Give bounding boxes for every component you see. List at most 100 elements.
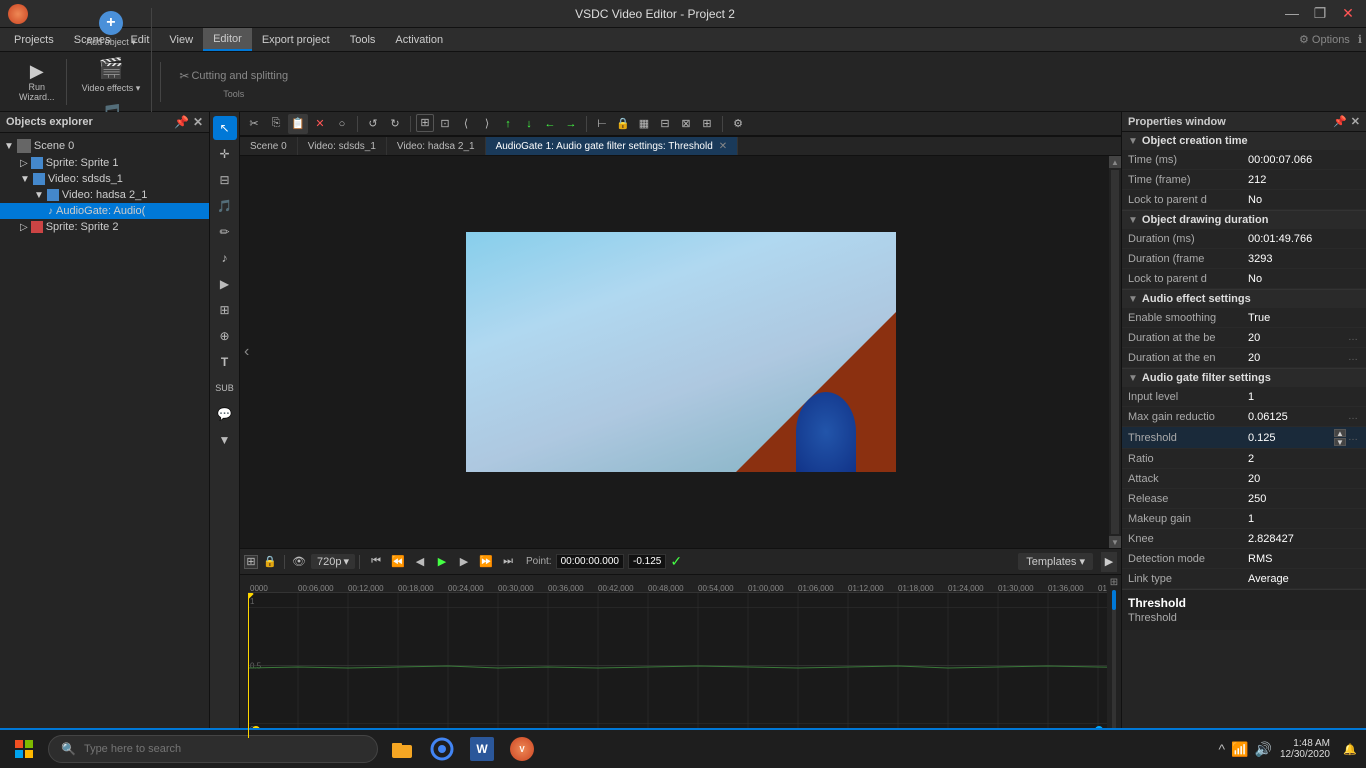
- vsdc-app[interactable]: V: [504, 731, 540, 767]
- lock-button[interactable]: 🔒: [613, 114, 633, 134]
- copy-button[interactable]: ⎘: [266, 114, 286, 134]
- prop-edit-duration-begin[interactable]: …: [1346, 332, 1360, 343]
- panel-close-button[interactable]: ✕: [193, 115, 203, 129]
- menu-activation[interactable]: Activation: [385, 28, 453, 51]
- scene0-tab[interactable]: Scene 0: [240, 137, 298, 155]
- prop-pin-button[interactable]: 📌: [1333, 115, 1347, 128]
- settings-button[interactable]: ⚙: [728, 114, 748, 134]
- threshold-up-button[interactable]: ▲: [1334, 429, 1346, 437]
- tray-volume-icon[interactable]: 🔊: [1255, 741, 1272, 758]
- scrollbar-down[interactable]: ▼: [1109, 536, 1121, 548]
- restore-button[interactable]: ❐: [1310, 5, 1330, 22]
- tree-item-sprite2[interactable]: ▷ Sprite: Sprite 2: [0, 219, 209, 235]
- move-right-button[interactable]: →: [561, 114, 581, 134]
- prev-button[interactable]: ◀: [410, 552, 430, 572]
- ungroup-button[interactable]: ⊟: [655, 114, 675, 134]
- distribute-button[interactable]: ⊞: [697, 114, 717, 134]
- rect-tool-button[interactable]: 🎵: [213, 194, 237, 218]
- grid-tool-button[interactable]: ⊞: [213, 298, 237, 322]
- preview-scroll-left[interactable]: ‹: [240, 339, 253, 365]
- apply-button[interactable]: ✓: [670, 553, 682, 570]
- to-end-button[interactable]: ⏭: [498, 552, 518, 572]
- notification-button[interactable]: 🔔: [1338, 737, 1362, 761]
- crop-tool-button[interactable]: ⊟: [213, 168, 237, 192]
- menu-view[interactable]: View: [159, 28, 203, 51]
- file-explorer-app[interactable]: [384, 731, 420, 767]
- tray-network-icon[interactable]: 📶: [1231, 741, 1248, 758]
- play-button[interactable]: ▶: [432, 552, 452, 572]
- to-start-button[interactable]: ⏮: [366, 552, 386, 572]
- close-button[interactable]: ✕: [1338, 5, 1358, 22]
- tray-show-hidden[interactable]: ^: [1218, 741, 1225, 757]
- minimize-button[interactable]: —: [1282, 5, 1302, 22]
- menu-editor[interactable]: Editor: [203, 28, 252, 51]
- threshold-down-button[interactable]: ▼: [1334, 438, 1346, 446]
- prop-edit-duration-end[interactable]: …: [1346, 352, 1360, 363]
- move-tool-button[interactable]: ✛: [213, 142, 237, 166]
- select-frame-button[interactable]: ⊞: [416, 114, 434, 132]
- menu-projects[interactable]: Projects: [4, 28, 64, 51]
- sub-tool-button[interactable]: SUB: [213, 376, 237, 400]
- menu-export[interactable]: Export project: [252, 28, 340, 51]
- video-effects-button[interactable]: 🎬 Video effects ▾: [77, 53, 146, 97]
- section-header-creation-time[interactable]: ▼ Object creation time: [1122, 132, 1366, 150]
- prop-close-button[interactable]: ✕: [1351, 115, 1360, 128]
- select-tool-button[interactable]: ↖: [213, 116, 237, 140]
- tl-zoom-in[interactable]: ⊞: [1110, 577, 1118, 588]
- align-button[interactable]: ⊠: [676, 114, 696, 134]
- redo-button[interactable]: ↻: [385, 114, 405, 134]
- text-tool-button[interactable]: T: [213, 350, 237, 374]
- search-input[interactable]: [84, 743, 365, 755]
- next-button[interactable]: ▶: [454, 552, 474, 572]
- run-wizard-button[interactable]: ▶ RunWizard...: [14, 59, 60, 105]
- cut-button[interactable]: ✂: [244, 114, 264, 134]
- move-down-button[interactable]: ↓: [519, 114, 539, 134]
- system-clock[interactable]: 1:48 AM 12/30/2020: [1280, 738, 1330, 760]
- group-button[interactable]: ▦: [634, 114, 654, 134]
- snap-button[interactable]: ⊢: [592, 114, 612, 134]
- undo-button[interactable]: ↺: [363, 114, 383, 134]
- video-hadsa-tab[interactable]: Video: hadsa 2_1: [387, 137, 486, 155]
- move2-tool-button[interactable]: ⊕: [213, 324, 237, 348]
- pen-tool-button[interactable]: ✏: [213, 220, 237, 244]
- scrollbar-up[interactable]: ▲: [1109, 156, 1121, 168]
- speech-tool-button[interactable]: 💬: [213, 402, 237, 426]
- move-left-button[interactable]: ←: [540, 114, 560, 134]
- next-frame-button[interactable]: ⏩: [476, 552, 496, 572]
- menu-tools[interactable]: Tools: [340, 28, 386, 51]
- nav-right-button[interactable]: ⟩: [477, 114, 497, 134]
- move-up-button[interactable]: ↑: [498, 114, 518, 134]
- tree-item-video-hadsa[interactable]: ▼ Video: hadsa 2_1: [0, 187, 209, 203]
- paste-button[interactable]: 📋: [288, 114, 308, 134]
- tl-scroll-right[interactable]: ▶: [1101, 552, 1117, 572]
- preview-scrollbar[interactable]: ▲ ▼: [1109, 156, 1121, 548]
- play-tool-button[interactable]: ▶: [213, 272, 237, 296]
- tree-item-sprite1[interactable]: ▷ Sprite: Sprite 1: [0, 155, 209, 171]
- zoom-fit-button[interactable]: ⊡: [435, 114, 455, 134]
- prev-frame-button[interactable]: ⏪: [388, 552, 408, 572]
- add-object-button[interactable]: + Add object ▾: [81, 8, 141, 51]
- section-header-audio-effect[interactable]: ▼ Audio effect settings: [1122, 290, 1366, 308]
- delete-button[interactable]: ✕: [310, 114, 330, 134]
- taskbar-search[interactable]: 🔍: [48, 735, 378, 763]
- audiogate-tab[interactable]: AudioGate 1: Audio gate filter settings:…: [486, 137, 739, 155]
- panel-pin-button[interactable]: 📌: [174, 115, 189, 129]
- prop-edit-max-gain[interactable]: …: [1346, 411, 1360, 422]
- resolution-selector[interactable]: 720p ▾: [311, 554, 355, 569]
- tree-item-video-sdsds[interactable]: ▼ Video: sdsds_1: [0, 171, 209, 187]
- music-tool-button[interactable]: ♪: [213, 246, 237, 270]
- tree-item-audiogate[interactable]: ♪ AudioGate: Audio(: [0, 203, 209, 219]
- nav-left-button[interactable]: ⟨: [456, 114, 476, 134]
- word-app[interactable]: W: [464, 731, 500, 767]
- tl-lock-button[interactable]: 🔒: [260, 552, 280, 572]
- start-button[interactable]: [4, 729, 44, 768]
- section-header-drawing-duration[interactable]: ▼ Object drawing duration: [1122, 211, 1366, 229]
- arrow-down-tool-button[interactable]: ▼: [213, 428, 237, 452]
- options-button[interactable]: ⚙ Options: [1299, 33, 1350, 46]
- section-header-audio-gate[interactable]: ▼ Audio gate filter settings: [1122, 369, 1366, 387]
- tl-eye-button[interactable]: 👁: [289, 552, 309, 572]
- tree-item-scene0[interactable]: ▼ Scene 0: [0, 137, 209, 155]
- audiogate-tab-close[interactable]: ✕: [719, 141, 727, 152]
- tl-new-layer-button[interactable]: ⊞: [244, 555, 258, 569]
- circle-button[interactable]: ○: [332, 114, 352, 134]
